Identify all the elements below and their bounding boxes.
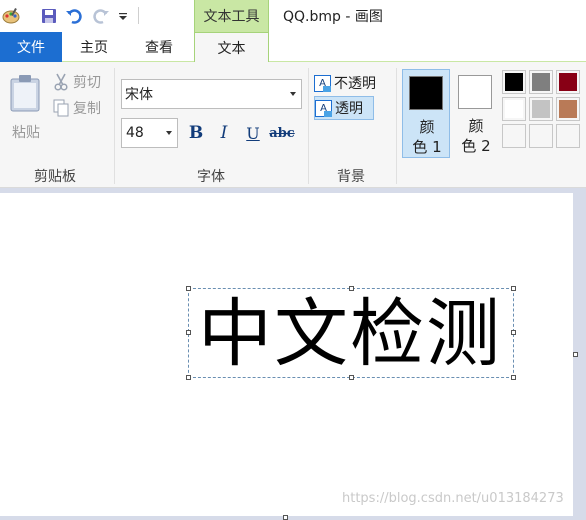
palette-swatch[interactable]: [556, 70, 580, 94]
color-1-swatch: [409, 76, 443, 110]
tab-file[interactable]: 文件: [0, 32, 62, 62]
copy-button[interactable]: 复制: [53, 97, 101, 119]
font-group-label: 字体: [197, 169, 225, 185]
color-2-swatch: [458, 75, 492, 109]
clipboard-group-label: 剪贴板: [34, 169, 76, 185]
canvas-resize-handle-bottom[interactable]: [283, 515, 288, 520]
toolbar-divider: [138, 7, 139, 24]
chevron-down-icon: [166, 131, 172, 135]
canvas-text-content[interactable]: 中文检测: [198, 292, 502, 376]
ribbon: 粘贴 剪切 复制 剪贴板 宋体 48 B I U abc 字体 A 不透明 A: [0, 62, 586, 188]
opaque-label: 不透明: [334, 76, 376, 92]
tab-view[interactable]: 查看: [126, 32, 192, 62]
palette-swatch[interactable]: [502, 97, 526, 121]
tab-home[interactable]: 主页: [62, 32, 126, 62]
chevron-down-icon: [290, 92, 296, 96]
palette-swatch[interactable]: [502, 70, 526, 94]
underline-button[interactable]: U: [241, 120, 265, 146]
palette-swatch[interactable]: [556, 97, 580, 121]
palette-swatch[interactable]: [529, 124, 553, 148]
copy-label: 复制: [73, 101, 101, 117]
palette-swatch[interactable]: [556, 124, 580, 148]
color-1-button[interactable]: 颜 色 1: [402, 69, 450, 158]
text-box-handle[interactable]: [511, 286, 516, 291]
paste-button[interactable]: 粘贴: [4, 68, 44, 141]
redo-icon[interactable]: [90, 5, 112, 27]
italic-button[interactable]: I: [212, 120, 236, 146]
tab-text[interactable]: 文本: [194, 32, 269, 63]
title-bar: 文本工具 QQ.bmp - 画图: [0, 0, 586, 32]
text-box-handle[interactable]: [511, 330, 516, 335]
transparent-a-icon: A: [315, 99, 332, 117]
color-2-label-line1: 颜: [468, 117, 484, 135]
color-2-label-line2: 色 2: [461, 137, 491, 155]
copy-icon: [53, 99, 69, 117]
background-group-label: 背景: [337, 169, 365, 185]
text-box-handle[interactable]: [186, 375, 191, 380]
opaque-background-button[interactable]: A 不透明: [314, 71, 388, 95]
undo-icon[interactable]: [63, 5, 85, 27]
palette-swatch[interactable]: [529, 70, 553, 94]
color-2-button[interactable]: 颜 色 2: [452, 69, 500, 158]
font-family-value: 宋体: [125, 87, 153, 103]
clipboard-icon: [10, 75, 40, 112]
transparent-label: 透明: [335, 101, 363, 117]
scissors-icon: [54, 73, 68, 91]
color-1-label-line1: 颜: [419, 118, 435, 136]
font-size-select[interactable]: 48: [121, 118, 178, 148]
text-tools-context-label: 文本工具: [194, 0, 269, 32]
palette-swatch[interactable]: [529, 97, 553, 121]
cut-label: 剪切: [73, 75, 101, 91]
text-box-handle[interactable]: [186, 330, 191, 335]
strikethrough-button[interactable]: abc: [268, 120, 296, 146]
text-box-handle[interactable]: [511, 375, 516, 380]
opaque-a-icon: A: [314, 74, 331, 92]
bold-button[interactable]: B: [184, 120, 208, 146]
customize-toolbar-icon[interactable]: [112, 5, 134, 27]
text-box-handle[interactable]: [186, 286, 191, 291]
palette-swatch[interactable]: [502, 124, 526, 148]
save-icon[interactable]: [38, 5, 60, 27]
font-size-value: 48: [126, 125, 144, 141]
ribbon-tabs: 文件 主页 查看 文本: [0, 32, 586, 63]
color-1-label-line2: 色 1: [412, 138, 442, 156]
canvas-resize-handle-right[interactable]: [573, 352, 578, 357]
window-title: QQ.bmp - 画图: [283, 9, 383, 25]
cut-button[interactable]: 剪切: [53, 71, 101, 93]
paint-app-icon[interactable]: [0, 5, 22, 27]
group-divider: [396, 68, 397, 184]
font-family-select[interactable]: 宋体: [121, 79, 302, 109]
watermark: https://blog.csdn.net/u013184273: [342, 491, 564, 506]
paste-label: 粘贴: [12, 125, 40, 141]
transparent-background-button[interactable]: A 透明: [314, 96, 374, 120]
